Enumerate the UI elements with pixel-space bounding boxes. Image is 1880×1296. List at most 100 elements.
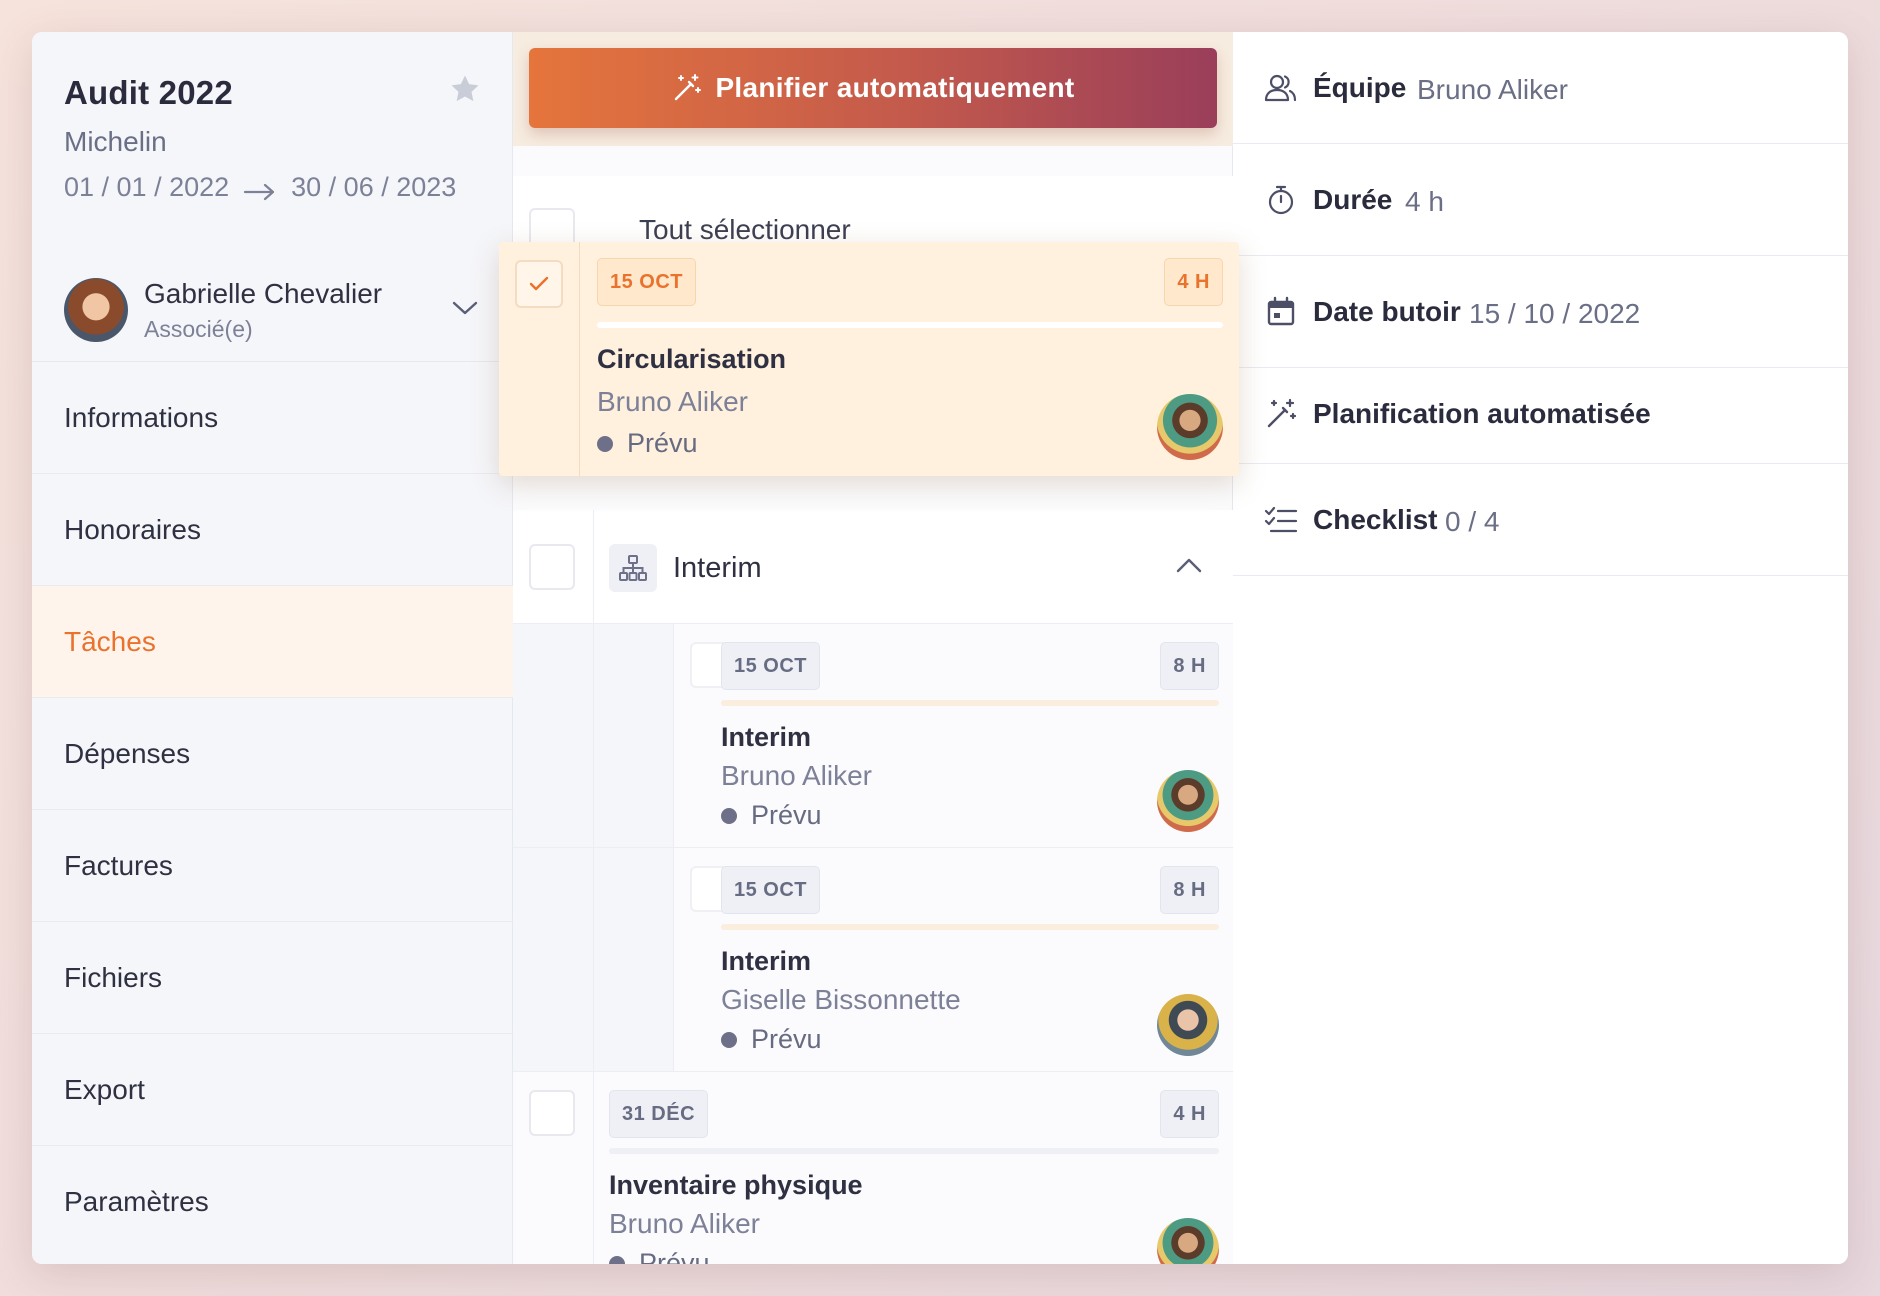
task-progress [609, 1148, 1219, 1154]
auto-plan-label: Planifier automatiquement [715, 72, 1075, 103]
status-dot [597, 435, 613, 452]
task-progress [721, 924, 1219, 930]
list-item[interactable]: 31 DÉC 4 H Inventaire physique Bruno Ali… [513, 1072, 1233, 1264]
task-duration-badge: 8 H [1160, 866, 1219, 914]
sidebar: Audit 2022 Michelin 01 / 01 / 2022 30 / … [32, 32, 513, 1264]
detail-checklist[interactable]: Checklist 0 / 4 [1233, 464, 1848, 576]
avatar [1157, 1218, 1219, 1264]
detail-team-value: Bruno Aliker [1417, 74, 1568, 105]
list-item[interactable]: 15 OCT 8 H Interim Giselle Bissonnette P… [513, 848, 1233, 1072]
task-title: Inventaire physique [609, 1170, 863, 1200]
list-item[interactable]: 15 OCT 8 H Interim Bruno Aliker Prévu [513, 624, 1233, 848]
sidebar-item-export[interactable]: Export [32, 1034, 513, 1146]
task-status: Prévu [721, 1024, 822, 1055]
sidebar-item-taches[interactable]: Tâches [32, 586, 513, 698]
auto-plan-button[interactable]: Planifier automatiquement [529, 48, 1217, 128]
detail-team-key: Équipe [1313, 72, 1407, 103]
task-status: Prévu [609, 1248, 710, 1264]
star-icon[interactable] [448, 72, 482, 106]
sidebar-item-fichiers[interactable]: Fichiers [32, 922, 513, 1034]
task-date-badge: 31 DÉC [609, 1090, 709, 1138]
user-role: Associé(e) [144, 316, 253, 342]
detail-deadline-value: 15 / 10 / 2022 [1469, 298, 1641, 329]
arrow-right-icon [243, 178, 277, 200]
detail-deadline-key: Date butoir [1313, 296, 1461, 327]
checklist-icon [1263, 502, 1299, 538]
project-client: Michelin [64, 126, 167, 157]
status-dot [609, 1255, 625, 1264]
detail-duration-key: Durée [1313, 184, 1393, 215]
task-progress [721, 700, 1219, 706]
avatar [64, 278, 128, 342]
task-card-selected[interactable]: 15 OCT 4 H Circularisation Bruno Aliker … [499, 242, 1239, 476]
task-assignee: Bruno Aliker [721, 760, 872, 791]
task-details-panel: Équipe Bruno Aliker Durée 4 h Date butoi… [1233, 32, 1848, 1264]
task-assignee: Giselle Bissonnette [721, 984, 961, 1015]
check-icon [529, 276, 549, 291]
user-name: Gabrielle Chevalier [144, 278, 383, 309]
task-duration-badge: 8 H [1160, 642, 1219, 690]
sidebar-item-informations[interactable]: Informations [32, 362, 513, 474]
detail-checklist-key: Checklist [1313, 504, 1438, 535]
divider [593, 510, 594, 624]
project-title: Audit 2022 [64, 74, 233, 111]
task-checkbox[interactable] [529, 1090, 575, 1136]
task-title: Interim [721, 722, 812, 752]
task-group-interim[interactable]: Interim [513, 510, 1233, 624]
magic-wand-icon [675, 74, 702, 101]
task-title: Interim [721, 946, 812, 976]
sidebar-item-factures[interactable]: Factures [32, 810, 513, 922]
chevron-down-icon[interactable] [451, 298, 479, 318]
task-duration-badge: 4 H [1160, 1090, 1219, 1138]
detail-checklist-value: 0 / 4 [1445, 506, 1500, 537]
task-status: Prévu [597, 428, 698, 459]
detail-auto-planning[interactable]: Planification automatisée [1233, 368, 1848, 464]
divider [593, 1072, 594, 1264]
hierarchy-icon [609, 544, 657, 592]
team-icon [1263, 70, 1299, 106]
detail-team[interactable]: Équipe Bruno Aliker [1233, 32, 1848, 144]
task-status-label: Prévu [627, 428, 698, 458]
date-start: 01 / 01 / 2022 [64, 172, 230, 202]
magic-wand-icon [1263, 396, 1299, 432]
sidebar-item-honoraires[interactable]: Honoraires [32, 474, 513, 586]
divider [593, 624, 594, 847]
app-window: Audit 2022 Michelin 01 / 01 / 2022 30 / … [32, 32, 1848, 1264]
avatar [1157, 770, 1219, 832]
group-label: Interim [673, 552, 762, 584]
task-checkbox-checked[interactable] [515, 260, 563, 308]
sidebar-item-parametres[interactable]: Paramètres [32, 1146, 513, 1258]
detail-deadline[interactable]: Date butoir 15 / 10 / 2022 [1233, 256, 1848, 368]
task-status: Prévu [721, 800, 822, 831]
avatar [1157, 994, 1219, 1056]
sidebar-item-depenses[interactable]: Dépenses [32, 698, 513, 810]
task-progress [597, 322, 1223, 328]
task-assignee: Bruno Aliker [597, 386, 748, 417]
task-assignee: Bruno Aliker [609, 1208, 760, 1239]
task-title: Circularisation [597, 344, 787, 374]
user-selector[interactable]: Gabrielle Chevalier Associé(e) [32, 270, 513, 362]
stopwatch-icon [1263, 182, 1299, 218]
task-date-badge: 15 OCT [597, 258, 697, 306]
date-end: 30 / 06 / 2023 [291, 172, 457, 202]
task-list: Planifier automatiquement Tout sélection… [513, 32, 1233, 1264]
project-dates: 01 / 01 / 2022 30 / 06 / 2023 [64, 172, 484, 203]
status-dot [721, 1031, 737, 1048]
detail-duration[interactable]: Durée 4 h [1233, 144, 1848, 256]
group-checkbox[interactable] [529, 544, 575, 590]
status-dot [721, 807, 737, 824]
toolbar: Planifier automatiquement [513, 32, 1233, 146]
task-date-badge: 15 OCT [721, 642, 821, 690]
project-header: Audit 2022 Michelin 01 / 01 / 2022 30 / … [64, 74, 484, 203]
task-duration-badge: 4 H [1164, 258, 1223, 306]
divider [579, 242, 580, 476]
task-status-label: Prévu [639, 1248, 710, 1264]
divider [593, 848, 594, 1071]
sidebar-nav: Informations Honoraires Tâches Dépenses … [32, 362, 513, 1258]
task-status-label: Prévu [751, 1024, 822, 1054]
task-status-label: Prévu [751, 800, 822, 830]
chevron-up-icon[interactable] [1175, 556, 1203, 574]
avatar [1157, 394, 1223, 460]
detail-duration-value: 4 h [1405, 186, 1444, 217]
detail-auto-planning-key: Planification automatisée [1313, 398, 1651, 429]
